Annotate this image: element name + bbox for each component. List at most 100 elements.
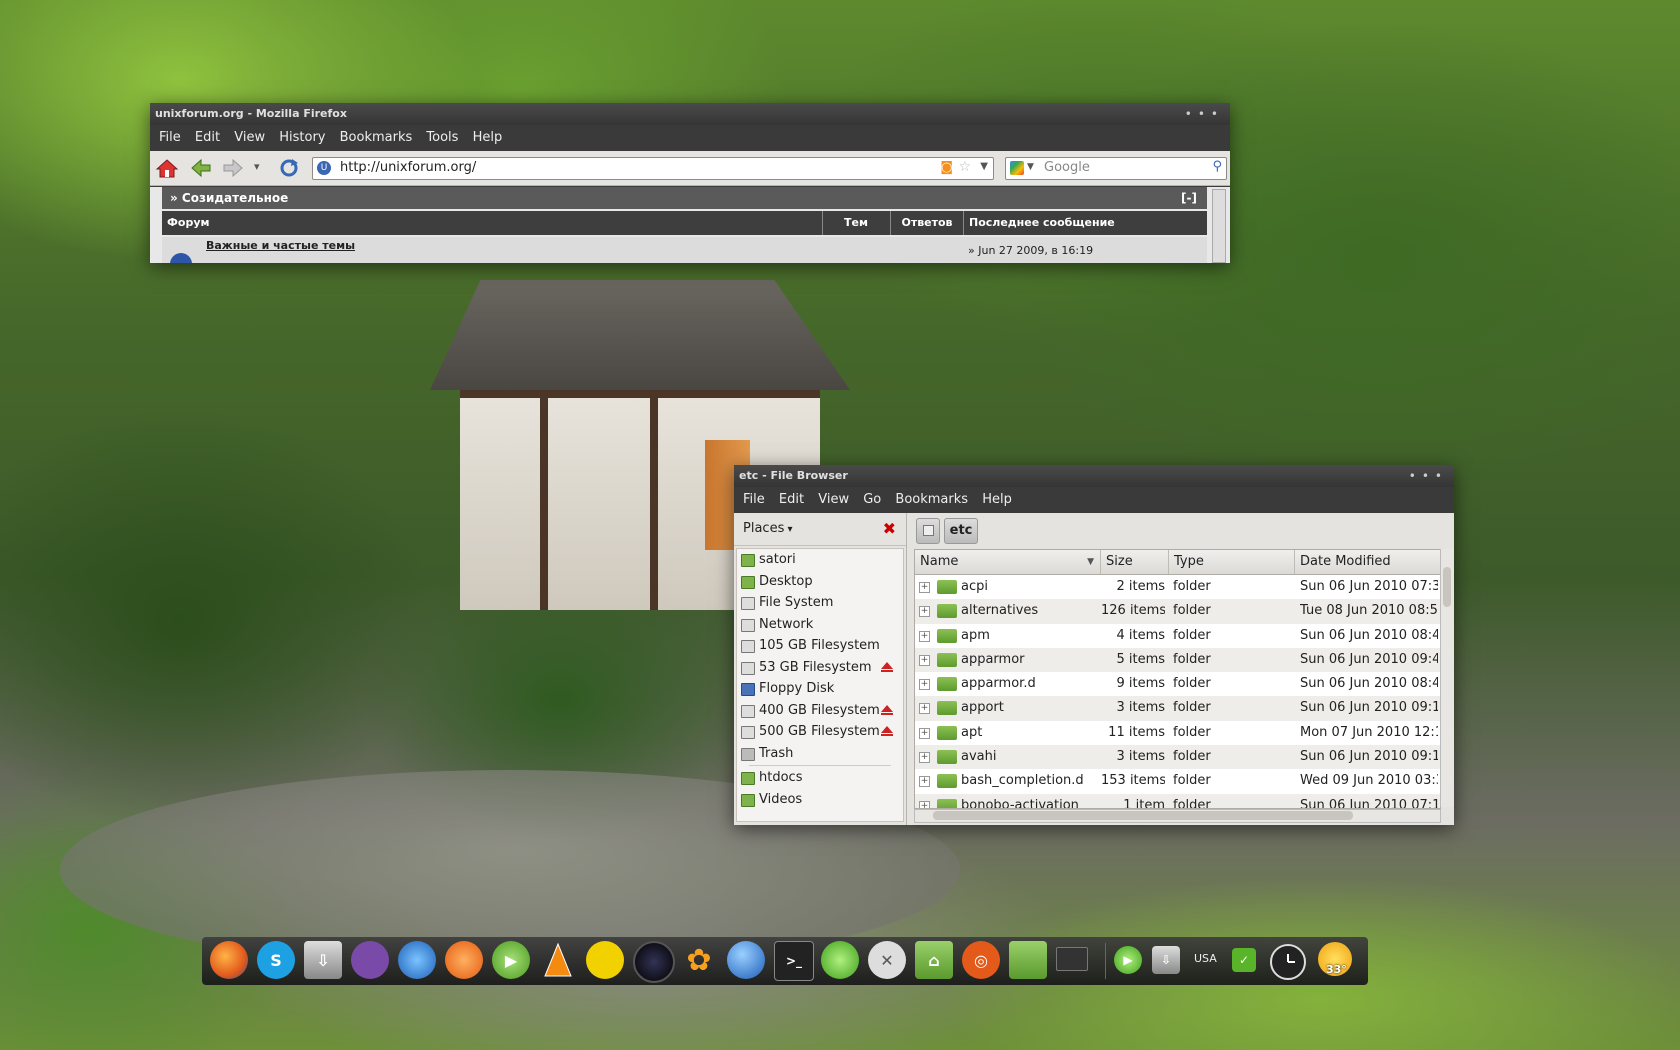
place-desktop[interactable]: Desktop bbox=[737, 571, 903, 593]
eject-icon[interactable] bbox=[881, 704, 893, 715]
file-row[interactable]: + apport 3 items folder Sun 06 Jun 2010 09:1… bbox=[915, 696, 1440, 721]
expand-icon[interactable]: + bbox=[919, 727, 930, 739]
file-row[interactable]: + apparmor.d 9 items folder Sun 06 Jun 2010 … bbox=[915, 672, 1440, 696]
bookmark-videos[interactable]: Videos bbox=[737, 789, 903, 811]
file-row[interactable]: + apm 4 items folder Sun 06 Jun 2010 08:46 bbox=[915, 624, 1440, 648]
menu-history[interactable]: History bbox=[274, 130, 330, 145]
file-row[interactable]: + acpi 2 items folder Sun 06 Jun 2010 07:37 bbox=[915, 575, 1440, 599]
bookmark-star-icon[interactable]: ☆ bbox=[958, 159, 971, 175]
forward-icon[interactable] bbox=[222, 158, 244, 178]
rss-icon[interactable]: ◙ bbox=[940, 160, 953, 175]
expand-icon[interactable]: + bbox=[919, 703, 930, 715]
check-icon[interactable]: ✓ bbox=[1232, 948, 1256, 972]
back-icon[interactable] bbox=[190, 158, 212, 178]
forum-row-last-post[interactable]: » Jun 27 2009, в 16:19 bbox=[968, 244, 1093, 257]
firefox-icon[interactable] bbox=[210, 941, 248, 979]
google-engine-icon[interactable] bbox=[1010, 161, 1024, 175]
eject-icon[interactable] bbox=[881, 661, 893, 672]
place-500gb[interactable]: 500 GB Filesystem bbox=[737, 721, 903, 743]
terminal-icon[interactable]: >_ bbox=[774, 941, 814, 981]
bookmark-htdocs[interactable]: htdocs bbox=[737, 767, 903, 789]
place-file-system[interactable]: File System bbox=[737, 592, 903, 614]
expand-icon[interactable]: + bbox=[919, 679, 930, 691]
col-date[interactable]: Date Modified bbox=[1295, 550, 1440, 574]
monitor-icon[interactable] bbox=[1056, 947, 1088, 971]
place-floppy[interactable]: Floppy Disk bbox=[737, 678, 903, 700]
file-list-hscrollbar[interactable] bbox=[914, 809, 1441, 823]
engine-dropdown-icon[interactable]: ▼ bbox=[1027, 162, 1034, 172]
folder-icon[interactable] bbox=[1009, 941, 1047, 979]
close-circle-icon[interactable]: ✕ bbox=[868, 941, 906, 979]
place-400gb[interactable]: 400 GB Filesystem bbox=[737, 700, 903, 722]
vlc-icon[interactable] bbox=[539, 941, 577, 979]
green-circle-icon[interactable] bbox=[821, 941, 859, 979]
file-browser-titlebar[interactable]: etc - File Browser ••• bbox=[734, 465, 1454, 487]
file-row[interactable]: + bonobo-activation 1 item folder Sun 06 Jun… bbox=[915, 793, 1440, 808]
places-dropdown[interactable]: Places bbox=[743, 521, 784, 536]
file-list-vscrollbar[interactable] bbox=[1440, 549, 1454, 807]
installer-icon[interactable]: ⇩ bbox=[1152, 946, 1180, 974]
expand-icon[interactable]: + bbox=[919, 752, 930, 764]
clock-icon[interactable] bbox=[1270, 944, 1306, 980]
window-controls[interactable]: ••• bbox=[1409, 465, 1448, 487]
file-row[interactable]: + apparmor 5 items folder Sun 06 Jun 2010 09… bbox=[915, 647, 1440, 673]
menu-bookmarks[interactable]: Bookmarks bbox=[335, 130, 418, 145]
ubuntu-icon[interactable]: ◎ bbox=[962, 941, 1000, 979]
chevron-down-icon[interactable]: ▾ bbox=[784, 524, 793, 535]
skype-icon[interactable]: S bbox=[257, 941, 295, 979]
url-bar[interactable]: U http://unixforum.org/ ◙ ☆ ▼ bbox=[312, 157, 994, 180]
expand-icon[interactable]: + bbox=[919, 800, 930, 808]
col-name[interactable]: Name ▼ bbox=[915, 550, 1101, 574]
menu-help[interactable]: Help bbox=[977, 492, 1017, 507]
file-row[interactable]: + bash_completion.d 153 items folder Wed 09 … bbox=[915, 769, 1440, 793]
menu-help[interactable]: Help bbox=[468, 130, 508, 145]
collapse-button[interactable]: [-] bbox=[1181, 187, 1197, 209]
installer-icon[interactable]: ⇩ bbox=[304, 941, 342, 979]
eject-icon[interactable] bbox=[881, 726, 893, 736]
expand-icon[interactable]: + bbox=[919, 630, 930, 642]
browser-icon[interactable] bbox=[398, 941, 436, 979]
expand-icon[interactable]: + bbox=[919, 582, 930, 593]
blue-globe-icon[interactable] bbox=[727, 941, 765, 979]
file-row[interactable]: + apt 11 items folder Mon 07 Jun 2010 12:1 bbox=[915, 721, 1440, 745]
menu-file[interactable]: File bbox=[154, 130, 186, 145]
firefox-titlebar[interactable]: unixforum.org - Mozilla Firefox ••• bbox=[150, 103, 1230, 125]
path-button-etc[interactable]: etc bbox=[944, 518, 978, 544]
menu-tools[interactable]: Tools bbox=[421, 130, 463, 145]
col-size[interactable]: Size bbox=[1101, 550, 1169, 574]
menu-file[interactable]: File bbox=[738, 492, 770, 507]
home-folder-icon[interactable]: ⌂ bbox=[915, 941, 953, 979]
page-scrollbar[interactable] bbox=[1212, 189, 1226, 263]
place-network[interactable]: Network bbox=[737, 614, 903, 636]
expand-icon[interactable]: + bbox=[919, 654, 930, 666]
menu-go[interactable]: Go bbox=[858, 492, 886, 507]
search-icon[interactable]: ⚲ bbox=[1212, 159, 1222, 174]
media-play-icon[interactable]: ▶ bbox=[1114, 946, 1142, 974]
menu-edit[interactable]: Edit bbox=[774, 492, 809, 507]
keyboard-layout[interactable]: USA bbox=[1194, 952, 1217, 965]
penguin-icon[interactable] bbox=[586, 941, 624, 979]
window-controls[interactable]: ••• bbox=[1185, 103, 1224, 125]
home-icon[interactable] bbox=[155, 158, 179, 178]
flower-icon[interactable]: ✿ bbox=[680, 941, 718, 979]
scroll-thumb[interactable] bbox=[933, 811, 1353, 820]
url-dropdown-icon[interactable]: ▼ bbox=[980, 161, 988, 172]
file-row[interactable]: + alternatives 126 items folder Tue 08 Jun 2… bbox=[915, 599, 1440, 624]
history-dropdown-icon[interactable]: ▾ bbox=[254, 160, 266, 180]
place-53gb[interactable]: 53 GB Filesystem bbox=[737, 657, 903, 679]
place-satori[interactable]: satori bbox=[737, 549, 903, 571]
pidgin-icon[interactable] bbox=[351, 941, 389, 979]
path-toggle-button[interactable] bbox=[916, 518, 940, 544]
menu-view[interactable]: View bbox=[813, 492, 854, 507]
file-row[interactable]: + avahi 3 items folder Sun 06 Jun 2010 09:10 bbox=[915, 745, 1440, 770]
play-icon[interactable]: ▶ bbox=[492, 941, 530, 979]
forum-section-title[interactable]: » Созидательное bbox=[162, 191, 288, 205]
search-input[interactable]: ▼ Google ⚲ bbox=[1005, 157, 1227, 180]
reload-icon[interactable] bbox=[278, 158, 300, 178]
expand-icon[interactable]: + bbox=[919, 606, 930, 618]
orange-app-icon[interactable] bbox=[445, 941, 483, 979]
menu-edit[interactable]: Edit bbox=[190, 130, 225, 145]
place-trash[interactable]: Trash bbox=[737, 743, 903, 765]
col-type[interactable]: Type bbox=[1169, 550, 1295, 574]
close-sidebar-icon[interactable]: ✖ bbox=[883, 513, 896, 545]
